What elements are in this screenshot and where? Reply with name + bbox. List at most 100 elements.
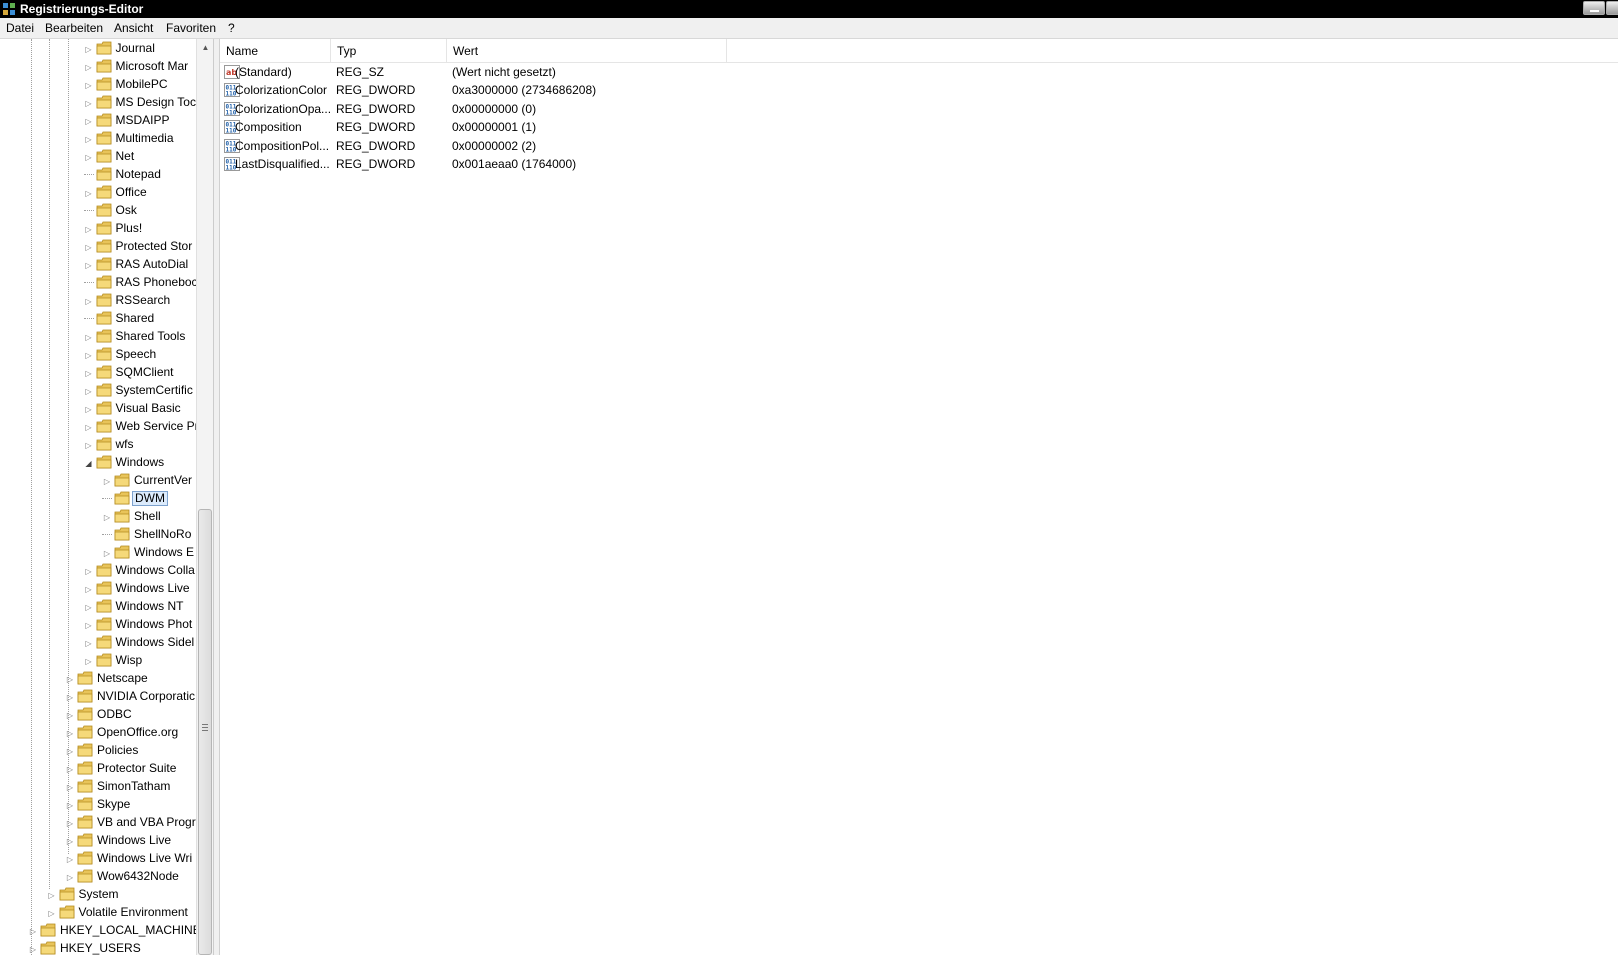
collapse-arrow-icon[interactable]: ◢ bbox=[84, 454, 94, 472]
expand-arrow-icon[interactable]: ▷ bbox=[84, 346, 94, 364]
expand-arrow-icon[interactable]: ▷ bbox=[65, 742, 75, 760]
expand-arrow-icon[interactable]: ▷ bbox=[84, 184, 94, 202]
expand-arrow-icon[interactable]: ▷ bbox=[65, 670, 75, 688]
tree-item[interactable]: ▷ Volatile Environment bbox=[0, 904, 196, 922]
column-header-type[interactable]: Typ bbox=[331, 39, 447, 63]
expand-arrow-icon[interactable]: ▷ bbox=[84, 238, 94, 256]
tree-item[interactable]: ▷ Journal bbox=[0, 40, 196, 58]
tree-scrollbar[interactable]: ▲ bbox=[196, 39, 213, 955]
expand-arrow-icon[interactable]: ▷ bbox=[84, 256, 94, 274]
value-row[interactable]: ab (Standard) REG_SZ (Wert nicht gesetzt) bbox=[220, 63, 1618, 82]
expand-arrow-icon[interactable]: ▷ bbox=[84, 220, 94, 238]
value-row[interactable]: 011 110 ColorizationColor REG_DWORD 0xa30000… bbox=[220, 81, 1618, 100]
expand-arrow-icon[interactable]: ▷ bbox=[65, 760, 75, 778]
expand-arrow-icon[interactable]: ▷ bbox=[65, 688, 75, 706]
registry-tree[interactable]: ▷ Journal ▷ Microsoft Mar ▷ MobilePC ▷ MS Desig… bbox=[0, 39, 214, 955]
expand-arrow-icon[interactable]: ▷ bbox=[84, 580, 94, 598]
expand-arrow-icon[interactable]: ▷ bbox=[84, 112, 94, 130]
tree-item[interactable]: ▷ Skype bbox=[0, 796, 196, 814]
column-header-value[interactable]: Wert bbox=[447, 39, 727, 63]
value-row[interactable]: 011 110 Composition REG_DWORD 0x00000001 (1) bbox=[220, 118, 1618, 137]
expand-arrow-icon[interactable]: ▷ bbox=[65, 796, 75, 814]
expand-arrow-icon[interactable]: ▷ bbox=[65, 778, 75, 796]
value-row[interactable]: 011 110 ColorizationOpa... REG_DWORD 0x00000… bbox=[220, 100, 1618, 119]
expand-arrow-icon[interactable]: ▷ bbox=[84, 76, 94, 94]
tree-item[interactable]: ▷ Shared Tools bbox=[0, 328, 196, 346]
tree-item[interactable]: ▷ HKEY_USERS bbox=[0, 940, 196, 955]
expand-arrow-icon[interactable]: ▷ bbox=[47, 904, 57, 922]
expand-arrow-icon[interactable]: ▷ bbox=[84, 40, 94, 58]
tree-item[interactable]: ▷ MS Design Toc bbox=[0, 94, 196, 112]
expand-arrow-icon[interactable]: ▷ bbox=[102, 544, 112, 562]
expand-arrow-icon[interactable]: ▷ bbox=[102, 472, 112, 490]
menu-datei[interactable]: Datei bbox=[6, 21, 34, 35]
expand-arrow-icon[interactable]: ▷ bbox=[84, 616, 94, 634]
expand-arrow-icon[interactable]: ▷ bbox=[47, 886, 57, 904]
expand-arrow-icon[interactable]: ▷ bbox=[28, 940, 38, 955]
tree-item[interactable]: ▷ Protected Stor bbox=[0, 238, 196, 256]
tree-item[interactable]: ▷ NVIDIA Corporatic bbox=[0, 688, 196, 706]
scrollbar-thumb[interactable] bbox=[198, 509, 212, 955]
tree-item[interactable]: ▷ Wisp bbox=[0, 652, 196, 670]
tree-item[interactable]: DWM bbox=[0, 490, 196, 508]
tree-item[interactable]: ▷ OpenOffice.org bbox=[0, 724, 196, 742]
tree-item[interactable]: ▷ Web Service Pr bbox=[0, 418, 196, 436]
expand-arrow-icon[interactable]: ▷ bbox=[84, 58, 94, 76]
expand-arrow-icon[interactable]: ▷ bbox=[84, 148, 94, 166]
expand-arrow-icon[interactable]: ▷ bbox=[84, 130, 94, 148]
tree-item[interactable]: ▷ Visual Basic bbox=[0, 400, 196, 418]
tree-item[interactable]: ▷ MSDAIPP bbox=[0, 112, 196, 130]
expand-arrow-icon[interactable]: ▷ bbox=[84, 364, 94, 382]
tree-item[interactable]: ▷ Netscape bbox=[0, 670, 196, 688]
tree-item[interactable]: ShellNoRo bbox=[0, 526, 196, 544]
tree-item[interactable]: ▷ HKEY_LOCAL_MACHINE bbox=[0, 922, 196, 940]
values-list[interactable]: Name Typ Wert ab (Standard) REG_SZ (Wert ni… bbox=[220, 39, 1618, 955]
tree-item[interactable]: ▷ Protector Suite bbox=[0, 760, 196, 778]
expand-arrow-icon[interactable]: ▷ bbox=[65, 814, 75, 832]
expand-arrow-icon[interactable]: ▷ bbox=[84, 652, 94, 670]
minimize-button[interactable] bbox=[1583, 1, 1605, 15]
expand-arrow-icon[interactable]: ▷ bbox=[84, 598, 94, 616]
menu-bearbeiten[interactable]: Bearbeiten bbox=[45, 21, 103, 35]
column-header-name[interactable]: Name bbox=[220, 39, 331, 63]
tree-item[interactable]: ▷ MobilePC bbox=[0, 76, 196, 94]
expand-arrow-icon[interactable]: ▷ bbox=[84, 382, 94, 400]
tree-item[interactable]: ▷ Windows Live Wri bbox=[0, 850, 196, 868]
expand-arrow-icon[interactable]: ▷ bbox=[84, 400, 94, 418]
tree-item[interactable]: ▷ Plus! bbox=[0, 220, 196, 238]
tree-item[interactable]: ▷ SystemCertific bbox=[0, 382, 196, 400]
expand-arrow-icon[interactable]: ▷ bbox=[65, 724, 75, 742]
tree-item[interactable]: ▷ Wow6432Node bbox=[0, 868, 196, 886]
expand-arrow-icon[interactable]: ▷ bbox=[84, 292, 94, 310]
tree-item[interactable]: ▷ Net bbox=[0, 148, 196, 166]
tree-item[interactable]: ▷ Windows Live bbox=[0, 832, 196, 850]
tree-item[interactable]: Osk bbox=[0, 202, 196, 220]
expand-arrow-icon[interactable]: ▷ bbox=[102, 508, 112, 526]
value-row[interactable]: 011 110 CompositionPol... REG_DWORD 0x000000… bbox=[220, 137, 1618, 156]
expand-arrow-icon[interactable]: ▷ bbox=[84, 418, 94, 436]
tree-item[interactable]: ▷ Windows Live bbox=[0, 580, 196, 598]
menu-favoriten[interactable]: Favoriten bbox=[166, 21, 216, 35]
menu-help[interactable]: ? bbox=[228, 21, 235, 35]
tree-item[interactable]: ▷ Office bbox=[0, 184, 196, 202]
expand-arrow-icon[interactable]: ▷ bbox=[28, 922, 38, 940]
tree-item[interactable]: ▷ SimonTatham bbox=[0, 778, 196, 796]
expand-arrow-icon[interactable]: ▷ bbox=[84, 328, 94, 346]
tree-item[interactable]: ▷ wfs bbox=[0, 436, 196, 454]
maximize-button[interactable] bbox=[1606, 1, 1618, 15]
tree-item[interactable]: ▷ ODBC bbox=[0, 706, 196, 724]
expand-arrow-icon[interactable]: ▷ bbox=[84, 94, 94, 112]
expand-arrow-icon[interactable]: ▷ bbox=[65, 868, 75, 886]
tree-item[interactable]: ▷ Windows Colla bbox=[0, 562, 196, 580]
tree-item[interactable]: ▷ Policies bbox=[0, 742, 196, 760]
expand-arrow-icon[interactable]: ▷ bbox=[84, 634, 94, 652]
tree-item[interactable]: Shared bbox=[0, 310, 196, 328]
expand-arrow-icon[interactable]: ▷ bbox=[65, 832, 75, 850]
expand-arrow-icon[interactable]: ▷ bbox=[65, 706, 75, 724]
tree-item[interactable]: ▷ Multimedia bbox=[0, 130, 196, 148]
tree-item[interactable]: ◢ Windows bbox=[0, 454, 196, 472]
tree-item[interactable]: ▷ RAS AutoDial bbox=[0, 256, 196, 274]
tree-item[interactable]: ▷ Windows Sidel bbox=[0, 634, 196, 652]
tree-item[interactable]: ▷ CurrentVer bbox=[0, 472, 196, 490]
tree-item[interactable]: ▷ VB and VBA Progr bbox=[0, 814, 196, 832]
